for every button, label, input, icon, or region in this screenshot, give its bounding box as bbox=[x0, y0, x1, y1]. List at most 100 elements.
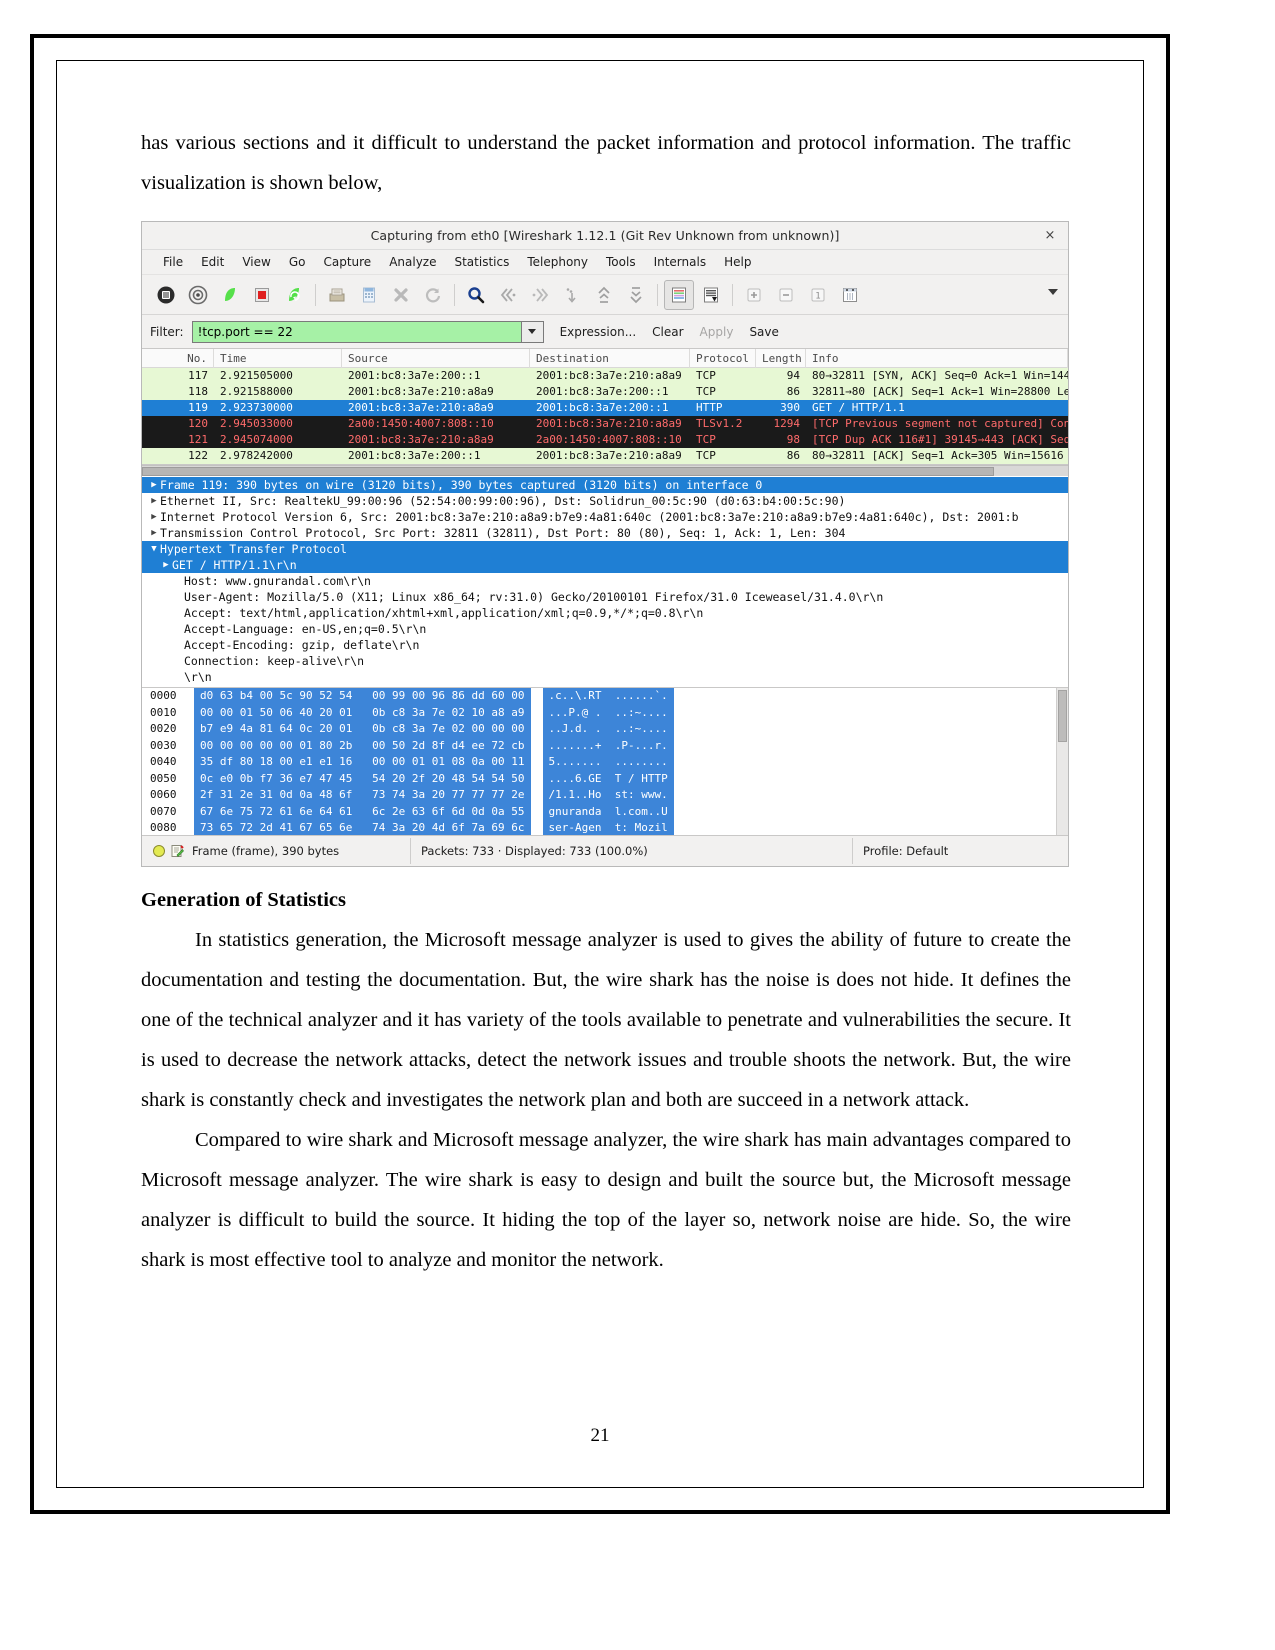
table-row[interactable]: 117 2.921505000 2001:bc8:3a7e:200::1 2001:b… bbox=[142, 368, 1068, 384]
go-to-first-icon[interactable] bbox=[589, 280, 619, 310]
zoom-reset-icon[interactable]: 1 bbox=[803, 280, 833, 310]
column-header-info[interactable]: Info bbox=[806, 349, 1068, 368]
protocol-tree-node[interactable]: Accept: text/html,application/xhtml+xml,… bbox=[142, 605, 1068, 621]
close-icon[interactable]: × bbox=[1042, 227, 1058, 243]
go-forward-icon[interactable] bbox=[525, 280, 555, 310]
column-header-no[interactable]: No. bbox=[142, 349, 214, 368]
hex-vscrollbar[interactable] bbox=[1056, 688, 1068, 835]
filter-expression-button[interactable]: Expression... bbox=[560, 325, 637, 339]
filter-save-button[interactable]: Save bbox=[749, 325, 778, 339]
cell-time: 2.921588000 bbox=[220, 385, 293, 398]
status-field-cell[interactable]: Frame (frame), 390 bytes bbox=[142, 836, 410, 866]
chevron-right-icon[interactable]: ▶ bbox=[148, 525, 160, 541]
table-row[interactable]: 121 2.945074000 2001:bc8:3a7e:210:a8a9 2a00… bbox=[142, 432, 1068, 448]
open-file-icon[interactable] bbox=[322, 280, 352, 310]
menu-item-file[interactable]: File bbox=[154, 253, 192, 271]
cell-protocol: TLSv1.2 bbox=[696, 417, 743, 430]
protocol-tree-node[interactable]: ▶ Internet Protocol Version 6, Src: 2001:… bbox=[142, 509, 1068, 525]
table-row[interactable]: 122 2.978242000 2001:bc8:3a7e:200::1 2001:b… bbox=[142, 448, 1068, 464]
protocol-tree-label: User-Agent: Mozilla/5.0 (X11; Linux x86_… bbox=[184, 590, 884, 604]
menu-item-telephony[interactable]: Telephony bbox=[518, 253, 597, 271]
resize-columns-icon[interactable] bbox=[835, 280, 865, 310]
packet-details-pane[interactable]: ▶ Frame 119: 390 bytes on wire (3120 bits… bbox=[142, 476, 1068, 688]
table-row[interactable]: 119 2.923730000 2001:bc8:3a7e:210:a8a9 2001… bbox=[142, 400, 1068, 416]
menu-item-help[interactable]: Help bbox=[715, 253, 760, 271]
capture-options-icon[interactable] bbox=[183, 280, 213, 310]
chevron-right-icon[interactable]: ▶ bbox=[148, 493, 160, 509]
go-to-last-icon[interactable] bbox=[621, 280, 651, 310]
chevron-down-icon[interactable]: ▼ bbox=[148, 541, 160, 557]
menu-item-go[interactable]: Go bbox=[280, 253, 315, 271]
chevron-right-icon[interactable]: ▶ bbox=[160, 557, 172, 573]
status-profile-cell[interactable]: Profile: Default bbox=[853, 836, 1068, 866]
save-file-icon[interactable] bbox=[354, 280, 384, 310]
hex-dump-row[interactable]: 0060 2f 31 2e 31 0d 0a 48 6f 73 74 3a 20 … bbox=[142, 787, 1068, 804]
scrollbar-thumb[interactable] bbox=[142, 467, 994, 476]
filter-input[interactable]: !tcp.port == 22 bbox=[191, 320, 522, 343]
hex-dump-row[interactable]: 0080 73 65 72 2d 41 67 65 6e 74 3a 20 4d … bbox=[142, 820, 1068, 835]
hex-offset: 0030 bbox=[142, 737, 194, 754]
hex-dump-row[interactable]: 0030 00 00 00 00 00 01 80 2b 00 50 2d 8f … bbox=[142, 737, 1068, 754]
packet-list-pane[interactable]: No. Time Source Destination Protocol Len… bbox=[142, 349, 1068, 465]
table-row[interactable]: 118 2.921588000 2001:bc8:3a7e:210:a8a9 2001… bbox=[142, 384, 1068, 400]
filter-apply-button[interactable]: Apply bbox=[700, 325, 734, 339]
protocol-tree-node[interactable]: ▶ GET / HTTP/1.1\r\n bbox=[142, 557, 1068, 573]
reload-icon[interactable] bbox=[418, 280, 448, 310]
restart-capture-icon[interactable] bbox=[279, 280, 309, 310]
table-row[interactable]: 120 2.945033000 2a00:1450:4007:808::10 2001… bbox=[142, 416, 1068, 432]
auto-scroll-icon[interactable] bbox=[696, 280, 726, 310]
protocol-tree-node[interactable]: ▶ Frame 119: 390 bytes on wire (3120 bits… bbox=[142, 477, 1068, 493]
packet-list-hscrollbar[interactable] bbox=[142, 465, 1068, 476]
protocol-tree-node[interactable]: Accept-Encoding: gzip, deflate\r\n bbox=[142, 637, 1068, 653]
hex-dump-row[interactable]: 0000 d0 63 b4 00 5c 90 52 54 00 99 00 96 … bbox=[142, 688, 1068, 705]
chevron-right-icon[interactable]: ▶ bbox=[148, 509, 160, 525]
chevron-right-icon[interactable]: ▶ bbox=[148, 477, 160, 493]
colorize-icon[interactable] bbox=[664, 279, 694, 310]
column-header-source[interactable]: Source bbox=[342, 349, 530, 368]
go-back-icon[interactable] bbox=[493, 280, 523, 310]
toolbar-overflow-chevron-down-icon[interactable] bbox=[1048, 289, 1058, 295]
protocol-tree-node[interactable]: ▶ Ethernet II, Src: RealtekU_99:00:96 (52… bbox=[142, 493, 1068, 509]
protocol-tree-node[interactable]: Connection: keep-alive\r\n bbox=[142, 653, 1068, 669]
column-header-length[interactable]: Length bbox=[756, 349, 806, 368]
protocol-tree-node[interactable]: Host: www.gnurandal.com\r\n bbox=[142, 573, 1068, 589]
cell-destination: 2001:bc8:3a7e:210:a8a9 bbox=[536, 369, 682, 382]
zoom-out-icon[interactable] bbox=[771, 280, 801, 310]
protocol-tree-node[interactable]: User-Agent: Mozilla/5.0 (X11; Linux x86_… bbox=[142, 589, 1068, 605]
interfaces-icon[interactable] bbox=[151, 280, 181, 310]
close-file-icon[interactable] bbox=[386, 280, 416, 310]
scrollbar-thumb[interactable] bbox=[1058, 690, 1067, 742]
find-packet-icon[interactable] bbox=[461, 280, 491, 310]
filter-clear-button[interactable]: Clear bbox=[652, 325, 683, 339]
stop-capture-icon[interactable] bbox=[247, 280, 277, 310]
start-capture-icon[interactable] bbox=[215, 280, 245, 310]
protocol-tree-node[interactable]: ▼ Hypertext Transfer Protocol bbox=[142, 541, 1068, 557]
menu-item-edit[interactable]: Edit bbox=[192, 253, 233, 271]
hex-gap bbox=[531, 754, 543, 771]
column-header-time[interactable]: Time bbox=[214, 349, 342, 368]
menu-item-capture[interactable]: Capture bbox=[314, 253, 380, 271]
filter-history-chevron-down-icon[interactable] bbox=[521, 320, 544, 343]
menu-item-internals[interactable]: Internals bbox=[645, 253, 716, 271]
menu-item-statistics[interactable]: Statistics bbox=[445, 253, 518, 271]
cell-length: 86 bbox=[786, 449, 800, 462]
column-header-protocol[interactable]: Protocol bbox=[690, 349, 756, 368]
menu-item-tools[interactable]: Tools bbox=[597, 253, 645, 271]
hex-dump-row[interactable]: 0020 b7 e9 4a 81 64 0c 20 01 0b c8 3a 7e … bbox=[142, 721, 1068, 738]
hex-dump-row[interactable]: 0040 35 df 80 18 00 e1 e1 16 00 00 01 01 … bbox=[142, 754, 1068, 771]
protocol-tree-node[interactable]: ▶ Transmission Control Protocol, Src Port… bbox=[142, 525, 1068, 541]
menu-item-analyze[interactable]: Analyze bbox=[380, 253, 445, 271]
protocol-tree-node[interactable]: \r\n bbox=[142, 669, 1068, 685]
hex-dump-row[interactable]: 0050 0c e0 0b f7 36 e7 47 45 54 20 2f 20 … bbox=[142, 770, 1068, 787]
menu-item-view[interactable]: View bbox=[233, 253, 279, 271]
hex-dump-row[interactable]: 0010 00 00 01 50 06 40 20 01 0b c8 3a 7e … bbox=[142, 704, 1068, 721]
go-to-packet-icon[interactable] bbox=[557, 280, 587, 310]
packet-bytes-pane[interactable]: 0000 d0 63 b4 00 5c 90 52 54 00 99 00 96 … bbox=[142, 688, 1068, 836]
hex-dump-row[interactable]: 0070 67 6e 75 72 61 6e 64 61 6c 2e 63 6f … bbox=[142, 803, 1068, 820]
zoom-in-icon[interactable] bbox=[739, 280, 769, 310]
column-header-destination[interactable]: Destination bbox=[530, 349, 690, 368]
capture-comment-icon bbox=[171, 845, 184, 857]
hex-ascii: ..J.d. . ..:~.... bbox=[542, 721, 674, 738]
protocol-tree-node[interactable]: Accept-Language: en-US,en;q=0.5\r\n bbox=[142, 621, 1068, 637]
filter-label: Filter: bbox=[150, 324, 184, 339]
